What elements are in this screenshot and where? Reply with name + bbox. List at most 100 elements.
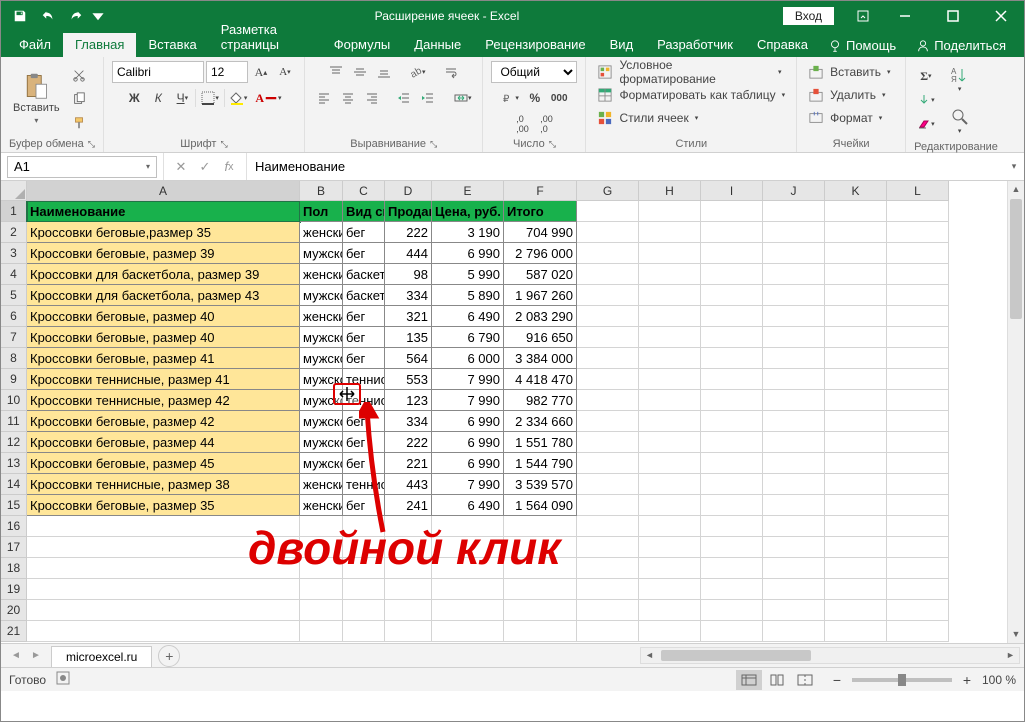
cell[interactable] — [887, 327, 949, 348]
conditional-formatting-button[interactable]: Условное форматирование▾ — [594, 61, 784, 83]
name-box[interactable]: A1▾ — [7, 156, 157, 178]
cell[interactable] — [577, 579, 639, 600]
cell[interactable]: 2 334 660 — [504, 411, 577, 432]
format-cells-button[interactable]: Формат▾ — [805, 107, 897, 129]
cell[interactable]: 241 — [385, 495, 432, 516]
cell[interactable]: Итого — [504, 201, 577, 222]
cell[interactable] — [763, 201, 825, 222]
cell[interactable] — [825, 264, 887, 285]
cell[interactable] — [577, 558, 639, 579]
cell[interactable]: баскетбол — [343, 285, 385, 306]
col-header[interactable]: A — [27, 181, 300, 201]
row-header[interactable]: 1 — [1, 201, 27, 222]
cell[interactable] — [887, 495, 949, 516]
cell[interactable]: Кроссовки беговые, размер 42 — [27, 411, 300, 432]
ribbon-display-options-icon[interactable] — [846, 1, 880, 31]
cell[interactable] — [300, 516, 343, 537]
cell[interactable] — [701, 453, 763, 474]
cell[interactable] — [432, 579, 504, 600]
undo-icon[interactable] — [35, 4, 61, 28]
bold-icon[interactable]: Ж — [123, 87, 145, 109]
cell[interactable]: Кроссовки теннисные, размер 41 — [27, 369, 300, 390]
cell[interactable]: бег — [343, 453, 385, 474]
cell[interactable] — [887, 516, 949, 537]
cell[interactable] — [639, 222, 701, 243]
cell[interactable] — [432, 537, 504, 558]
cut-icon[interactable] — [68, 64, 90, 86]
cell[interactable] — [577, 243, 639, 264]
clear-icon[interactable]: ▾ — [914, 113, 938, 135]
horizontal-scrollbar[interactable]: ◄ ► — [640, 647, 1020, 664]
formula-input[interactable] — [247, 153, 1004, 180]
increase-indent-icon[interactable] — [417, 87, 439, 109]
currency-icon[interactable]: ₽▾ — [498, 87, 522, 109]
cell[interactable] — [763, 432, 825, 453]
cell[interactable]: 123 — [385, 390, 432, 411]
cell[interactable]: теннис — [343, 390, 385, 411]
cell[interactable]: 6 990 — [432, 243, 504, 264]
cell[interactable] — [639, 369, 701, 390]
cell[interactable]: 1 564 090 — [504, 495, 577, 516]
col-header[interactable]: B — [300, 181, 343, 201]
cell[interactable] — [343, 621, 385, 642]
scroll-down-icon[interactable]: ▼ — [1008, 626, 1024, 643]
cell[interactable] — [825, 369, 887, 390]
cell[interactable] — [825, 222, 887, 243]
cell[interactable] — [825, 243, 887, 264]
cell[interactable]: 7 990 — [432, 474, 504, 495]
cell[interactable] — [639, 579, 701, 600]
cell[interactable] — [701, 516, 763, 537]
cell[interactable] — [887, 264, 949, 285]
cell[interactable]: бег — [343, 222, 385, 243]
cell[interactable] — [763, 285, 825, 306]
row-header[interactable]: 12 — [1, 432, 27, 453]
cell[interactable] — [701, 558, 763, 579]
cell[interactable]: 553 — [385, 369, 432, 390]
view-page-break-icon[interactable] — [792, 670, 818, 690]
cell[interactable] — [887, 411, 949, 432]
cell[interactable] — [887, 432, 949, 453]
cell[interactable] — [577, 516, 639, 537]
col-header[interactable]: I — [701, 181, 763, 201]
cell[interactable]: 3 539 570 — [504, 474, 577, 495]
clipboard-dlg-icon[interactable]: ⤡ — [88, 139, 95, 150]
cell[interactable] — [763, 306, 825, 327]
tab-developer[interactable]: Разработчик — [645, 33, 745, 57]
cell[interactable]: Кроссовки беговые,размер 35 — [27, 222, 300, 243]
cell[interactable] — [887, 201, 949, 222]
number-format-select[interactable]: Общий — [491, 61, 577, 83]
cell[interactable]: женский — [300, 222, 343, 243]
cell[interactable] — [639, 453, 701, 474]
number-dlg-icon[interactable]: ⤡ — [549, 139, 556, 150]
decrease-decimal-icon[interactable]: ,00,0 — [535, 113, 557, 135]
cell[interactable]: 6 990 — [432, 453, 504, 474]
cell[interactable] — [27, 516, 300, 537]
cell[interactable] — [343, 558, 385, 579]
cell[interactable] — [27, 621, 300, 642]
cell[interactable] — [887, 348, 949, 369]
cell[interactable] — [825, 621, 887, 642]
cell[interactable]: Кроссовки теннисные, размер 38 — [27, 474, 300, 495]
sort-filter-icon[interactable]: AЯ▾ — [946, 61, 974, 97]
cell[interactable] — [887, 600, 949, 621]
cell[interactable] — [701, 306, 763, 327]
share-button[interactable]: Поделиться — [908, 34, 1014, 57]
cell[interactable]: мужской — [300, 243, 343, 264]
cell[interactable] — [701, 285, 763, 306]
cell[interactable] — [887, 474, 949, 495]
enter-icon[interactable]: ✓ — [194, 156, 216, 178]
col-header[interactable]: F — [504, 181, 577, 201]
select-all-corner[interactable] — [1, 181, 27, 201]
view-page-layout-icon[interactable] — [764, 670, 790, 690]
cell[interactable] — [887, 621, 949, 642]
decrease-indent-icon[interactable] — [393, 87, 415, 109]
cell[interactable] — [825, 348, 887, 369]
zoom-in-icon[interactable]: + — [958, 672, 976, 688]
percent-icon[interactable]: % — [524, 87, 546, 109]
cell[interactable] — [504, 621, 577, 642]
cell[interactable]: Кроссовки беговые, размер 40 — [27, 327, 300, 348]
row-header[interactable]: 18 — [1, 558, 27, 579]
cell[interactable] — [825, 306, 887, 327]
cell[interactable]: 564 — [385, 348, 432, 369]
row-header[interactable]: 13 — [1, 453, 27, 474]
